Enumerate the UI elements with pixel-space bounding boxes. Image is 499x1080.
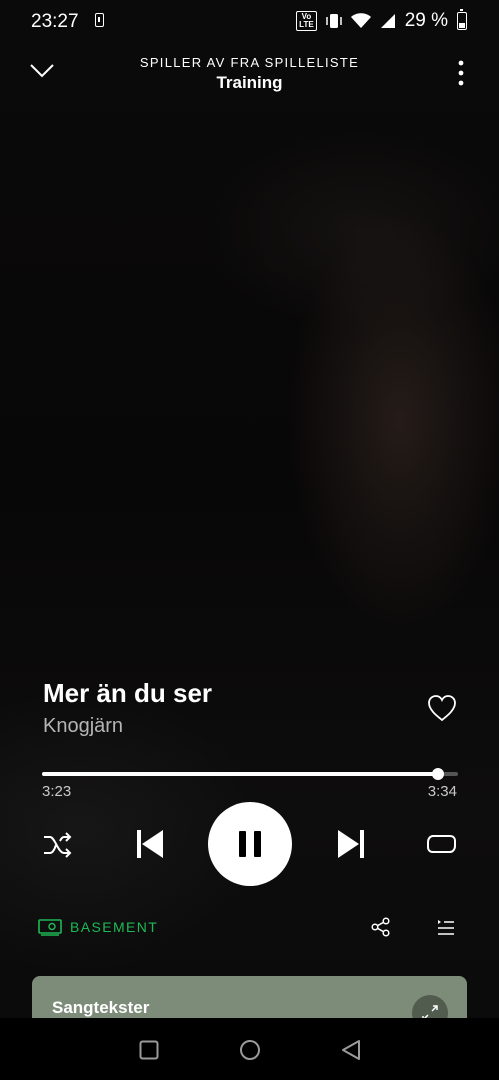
track-artist[interactable]: Knogjärn: [43, 715, 123, 738]
volte-icon: Vo LTE: [296, 11, 317, 31]
recents-icon[interactable]: [139, 1040, 159, 1060]
playing-from-label: SPILLER AV FRA SPILLELISTE: [139, 55, 360, 70]
pause-icon-bar: [254, 831, 261, 857]
home-icon[interactable]: [239, 1039, 261, 1061]
expand-icon: [422, 1005, 438, 1018]
elapsed-time: 3:23: [42, 783, 72, 800]
connect-device[interactable]: BASEMENT: [38, 918, 158, 936]
notification-icon: [95, 13, 104, 27]
pause-button[interactable]: [208, 802, 292, 886]
more-vertical-icon[interactable]: [458, 60, 464, 86]
battery-icon: [457, 9, 467, 30]
wifi-icon: [350, 13, 371, 28]
share-icon[interactable]: [371, 917, 391, 937]
repeat-icon[interactable]: [426, 831, 457, 857]
player-header: SPILLER AV FRA SPILLELISTE Training: [0, 50, 499, 100]
skip-next-icon[interactable]: [337, 829, 365, 859]
lyrics-title: Sangtekster: [52, 998, 150, 1017]
skip-previous-icon[interactable]: [136, 829, 164, 859]
shuffle-icon[interactable]: [43, 832, 73, 858]
progress-fill: [42, 772, 438, 776]
speaker-icon: [38, 919, 62, 936]
playlist-title[interactable]: Training: [0, 73, 499, 93]
status-time: 23:27: [31, 11, 79, 32]
lyrics-card[interactable]: Sangtekster: [32, 976, 467, 1018]
expand-lyrics-button[interactable]: [412, 995, 448, 1018]
vibrate-icon: [325, 14, 342, 28]
signal-icon: [380, 14, 395, 28]
system-navigation-bar: [0, 1018, 499, 1080]
device-name: BASEMENT: [70, 919, 159, 935]
total-time: 3:34: [427, 783, 457, 800]
progress-knob[interactable]: [431, 768, 444, 780]
progress-bar[interactable]: [42, 768, 458, 780]
pause-icon: [239, 831, 246, 857]
track-title[interactable]: Mer än du ser: [43, 678, 212, 709]
heart-icon[interactable]: [427, 694, 457, 722]
status-icons: Vo LTE 29 %: [296, 9, 467, 32]
battery-percent: 29 %: [404, 10, 448, 31]
back-icon[interactable]: [341, 1039, 361, 1061]
queue-icon[interactable]: [437, 918, 455, 936]
status-bar: 23:27 Vo LTE 29 %: [0, 0, 499, 44]
